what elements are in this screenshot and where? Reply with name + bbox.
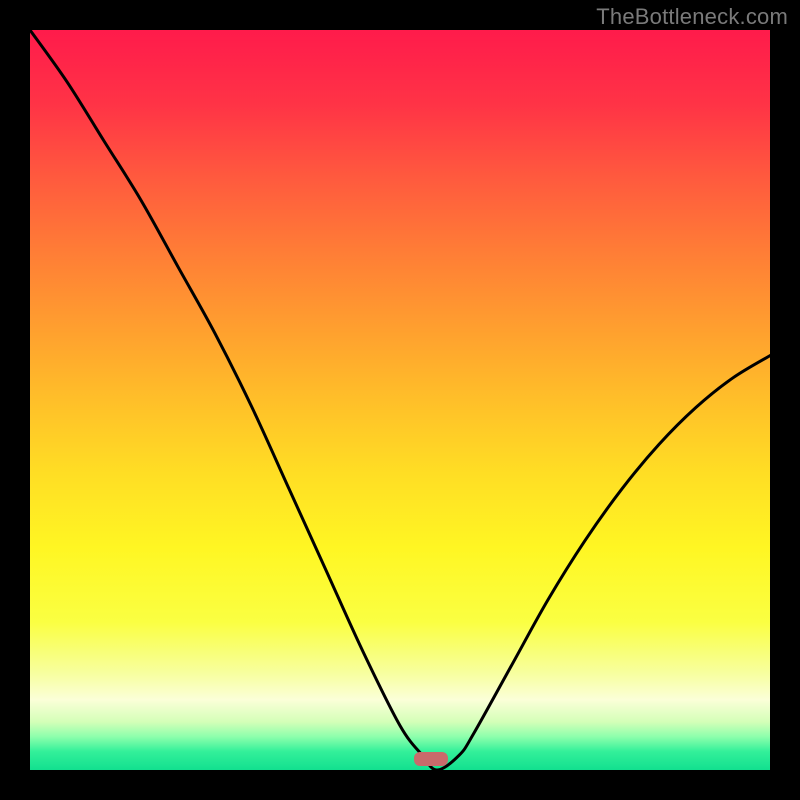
bottleneck-curve: [30, 30, 770, 770]
optimal-point-marker: [414, 752, 447, 766]
chart-frame: TheBottleneck.com: [0, 0, 800, 800]
plot-area: [30, 30, 770, 770]
watermark-text: TheBottleneck.com: [596, 4, 788, 30]
